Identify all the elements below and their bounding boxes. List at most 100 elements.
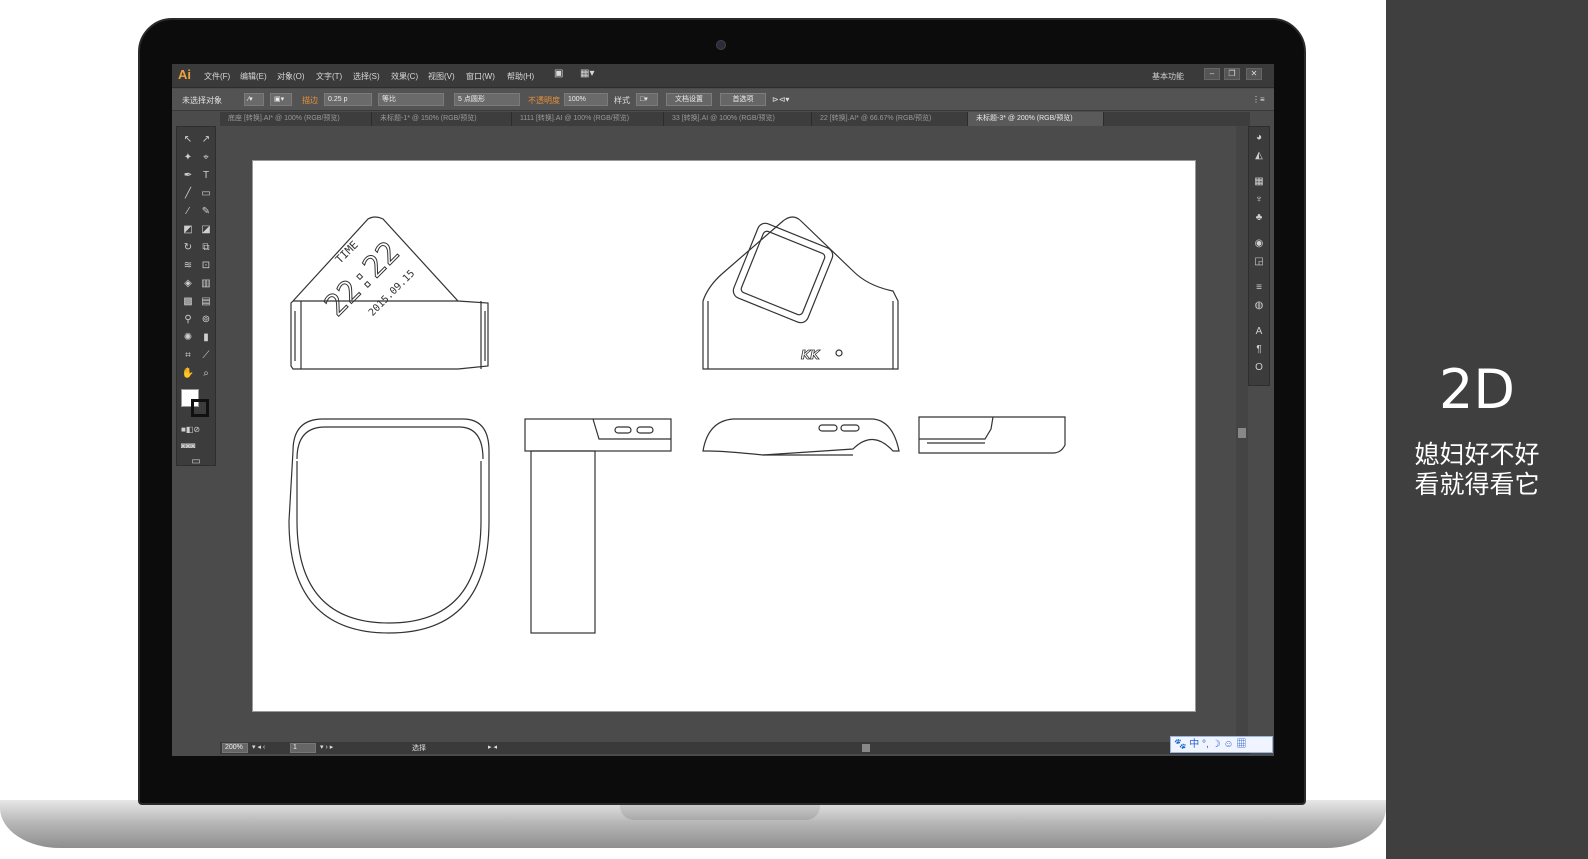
stroke-label[interactable]: 描边 <box>302 95 318 106</box>
workspace-switcher[interactable]: 基本功能 <box>1152 71 1184 82</box>
direct-selection-tool-icon[interactable]: ↗ <box>199 133 213 147</box>
restore-icon[interactable]: ❐ <box>1224 68 1240 80</box>
swatches-icon[interactable]: ▦ <box>1252 175 1266 189</box>
color-guide-icon[interactable]: ◭ <box>1252 149 1266 163</box>
brush-definition[interactable]: 5 点圆形 <box>454 93 520 106</box>
menu-file[interactable]: 文件(F) <box>204 71 230 82</box>
scale-tool-icon[interactable]: ⧉ <box>199 241 213 255</box>
perspective-grid-tool-icon[interactable]: ▥ <box>199 277 213 291</box>
panel-menu-icon[interactable]: ⋮≡ <box>1252 95 1265 104</box>
zoom-input[interactable]: 200% <box>222 743 248 753</box>
blend-tool-icon[interactable]: ⊚ <box>199 313 213 327</box>
warp-tool-icon[interactable]: ≋ <box>181 259 195 273</box>
minimize-icon[interactable]: – <box>1204 68 1220 80</box>
type-tool-icon[interactable]: T <box>199 169 213 183</box>
stroke-color-icon[interactable] <box>191 399 209 417</box>
bridge-icon[interactable]: ▣ <box>554 68 563 79</box>
symbols-icon[interactable]: ♣ <box>1252 211 1266 225</box>
lasso-tool-icon[interactable]: ⌖ <box>199 151 213 165</box>
ime-moon-icon[interactable]: ☽ <box>1212 739 1221 750</box>
artboard-number-input[interactable]: 1 <box>290 743 316 753</box>
artboard[interactable]: TIME 22:22 2015.09.15 KK <box>252 160 1196 712</box>
control-bar: 未选择对象 ⁄▾ ▣▾ 描边 0.25 p 等比 5 点圆形 不透明度 100%… <box>172 89 1274 111</box>
slice-tool-icon[interactable]: ⟋ <box>199 349 213 363</box>
paragraph-icon[interactable]: ¶ <box>1252 343 1266 357</box>
ime-toolbar[interactable]: 🐾 中 °, ☽ ☺ ▦ <box>1170 736 1273 753</box>
document-tabs: 底座 [转换].AI* @ 100% (RGB/预览) 未标题-1* @ 150… <box>220 112 1250 126</box>
status-mode[interactable]: 选择 <box>412 743 426 753</box>
eyedropper-tool-icon[interactable]: ⚲ <box>181 313 195 327</box>
ime-grid-icon[interactable]: ▦ <box>1236 739 1246 750</box>
artboard-tool-icon[interactable]: ⌗ <box>181 349 195 363</box>
mesh-tool-icon[interactable]: ▩ <box>181 295 195 309</box>
column-graph-tool-icon[interactable]: ▮ <box>199 331 213 345</box>
opacity-input[interactable]: 100% <box>564 93 608 106</box>
line-tool-icon[interactable]: ╱ <box>181 187 195 201</box>
vertical-scrollbar[interactable] <box>1236 126 1248 742</box>
rectangle-tool-icon[interactable]: ▭ <box>199 187 213 201</box>
zoom-tool-icon[interactable]: ⌕ <box>199 367 213 381</box>
document-setup-button[interactable]: 文档设置 <box>666 93 712 106</box>
camera-icon <box>716 40 726 50</box>
appearance-icon[interactable]: ◉ <box>1252 237 1266 251</box>
eraser-tool-icon[interactable]: ◪ <box>199 223 213 237</box>
ime-paw-icon[interactable]: 🐾 <box>1174 739 1186 750</box>
menu-view[interactable]: 视图(V) <box>428 71 455 82</box>
color-mode-icon[interactable]: ■◧⊘ <box>181 423 200 437</box>
arrange-icon[interactable]: ▦▾ <box>580 68 594 79</box>
style-swatch[interactable]: □▾ <box>636 93 658 106</box>
stroke-swatch[interactable]: ▣▾ <box>270 93 292 106</box>
tab-doc-2[interactable]: 未标题-1* @ 150% (RGB/预览) <box>372 112 512 126</box>
gradient-tool-icon[interactable]: ▤ <box>199 295 213 309</box>
artboard-nav-icon[interactable]: ▾ › ▸ <box>320 743 333 751</box>
character-icon[interactable]: A <box>1252 325 1266 339</box>
tab-doc-1[interactable]: 底座 [转换].AI* @ 100% (RGB/预览) <box>220 112 372 126</box>
tab-doc-5[interactable]: 22 [转换].AI* @ 66.67% (RGB/预览) <box>812 112 968 126</box>
menu-type[interactable]: 文字(T) <box>316 71 342 82</box>
align-icon[interactable]: ⊳⊲▾ <box>772 95 789 104</box>
variable-width-profile[interactable]: 等比 <box>378 93 444 106</box>
preferences-button[interactable]: 首选项 <box>720 93 766 106</box>
fill-swatch[interactable]: ⁄▾ <box>244 93 264 106</box>
opacity-label[interactable]: 不透明度 <box>528 95 560 106</box>
free-transform-tool-icon[interactable]: ⊡ <box>199 259 213 273</box>
stroke-panel-icon[interactable]: ≡ <box>1252 281 1266 295</box>
hand-tool-icon[interactable]: ✋ <box>181 367 195 381</box>
menu-window[interactable]: 窗口(W) <box>466 71 495 82</box>
color-panel-icon[interactable]: ◕ <box>1252 131 1266 145</box>
blob-brush-tool-icon[interactable]: ◩ <box>181 223 195 237</box>
magic-wand-tool-icon[interactable]: ✦ <box>181 151 195 165</box>
status-arrows-icon[interactable]: ▸ ◂ <box>488 743 497 751</box>
brushes-icon[interactable]: ♆ <box>1252 193 1266 207</box>
menu-edit[interactable]: 编辑(E) <box>240 71 267 82</box>
close-icon[interactable]: ✕ <box>1246 68 1262 80</box>
pen-tool-icon[interactable]: ✒ <box>181 169 195 183</box>
paintbrush-tool-icon[interactable]: ⁄ <box>181 205 195 219</box>
menu-object[interactable]: 对象(O) <box>277 71 305 82</box>
draw-mode-icon[interactable]: ◙◙◙ <box>181 439 196 453</box>
menu-select[interactable]: 选择(S) <box>353 71 380 82</box>
watch-time-digits: 22:22 <box>318 235 407 324</box>
tab-doc-3[interactable]: 1111 [转换].AI @ 100% (RGB/预览) <box>512 112 664 126</box>
zoom-dropdown-icon[interactable]: ▾ ◂ ‹ <box>252 743 265 751</box>
vertical-scroll-thumb[interactable] <box>1238 428 1246 438</box>
side-subtitle: 媳妇好不好 看就得看它 <box>1386 440 1568 500</box>
selection-tool-icon[interactable]: ↖ <box>181 133 195 147</box>
graphic-styles-icon[interactable]: ◲ <box>1252 255 1266 269</box>
ime-user-icon[interactable]: ☺ <box>1223 739 1233 750</box>
transparency-icon[interactable]: ◍ <box>1252 299 1266 313</box>
tab-doc-4[interactable]: 33 [转换].AI @ 100% (RGB/预览) <box>664 112 812 126</box>
screen-mode-icon[interactable]: ▭ <box>189 455 203 469</box>
horizontal-scroll-thumb[interactable] <box>862 744 870 752</box>
shape-builder-tool-icon[interactable]: ◈ <box>181 277 195 291</box>
ime-punctuation-icon[interactable]: °, <box>1202 739 1209 750</box>
menu-help[interactable]: 帮助(H) <box>507 71 534 82</box>
opentype-icon[interactable]: O <box>1252 361 1266 375</box>
stroke-weight-input[interactable]: 0.25 p <box>324 93 372 106</box>
rotate-tool-icon[interactable]: ↻ <box>181 241 195 255</box>
symbol-sprayer-tool-icon[interactable]: ✺ <box>181 331 195 345</box>
tab-doc-6[interactable]: 未标题-3* @ 200% (RGB/预览) <box>968 112 1104 126</box>
pencil-tool-icon[interactable]: ✎ <box>199 205 213 219</box>
menu-effect[interactable]: 效果(C) <box>391 71 418 82</box>
ime-language[interactable]: 中 <box>1189 739 1199 750</box>
